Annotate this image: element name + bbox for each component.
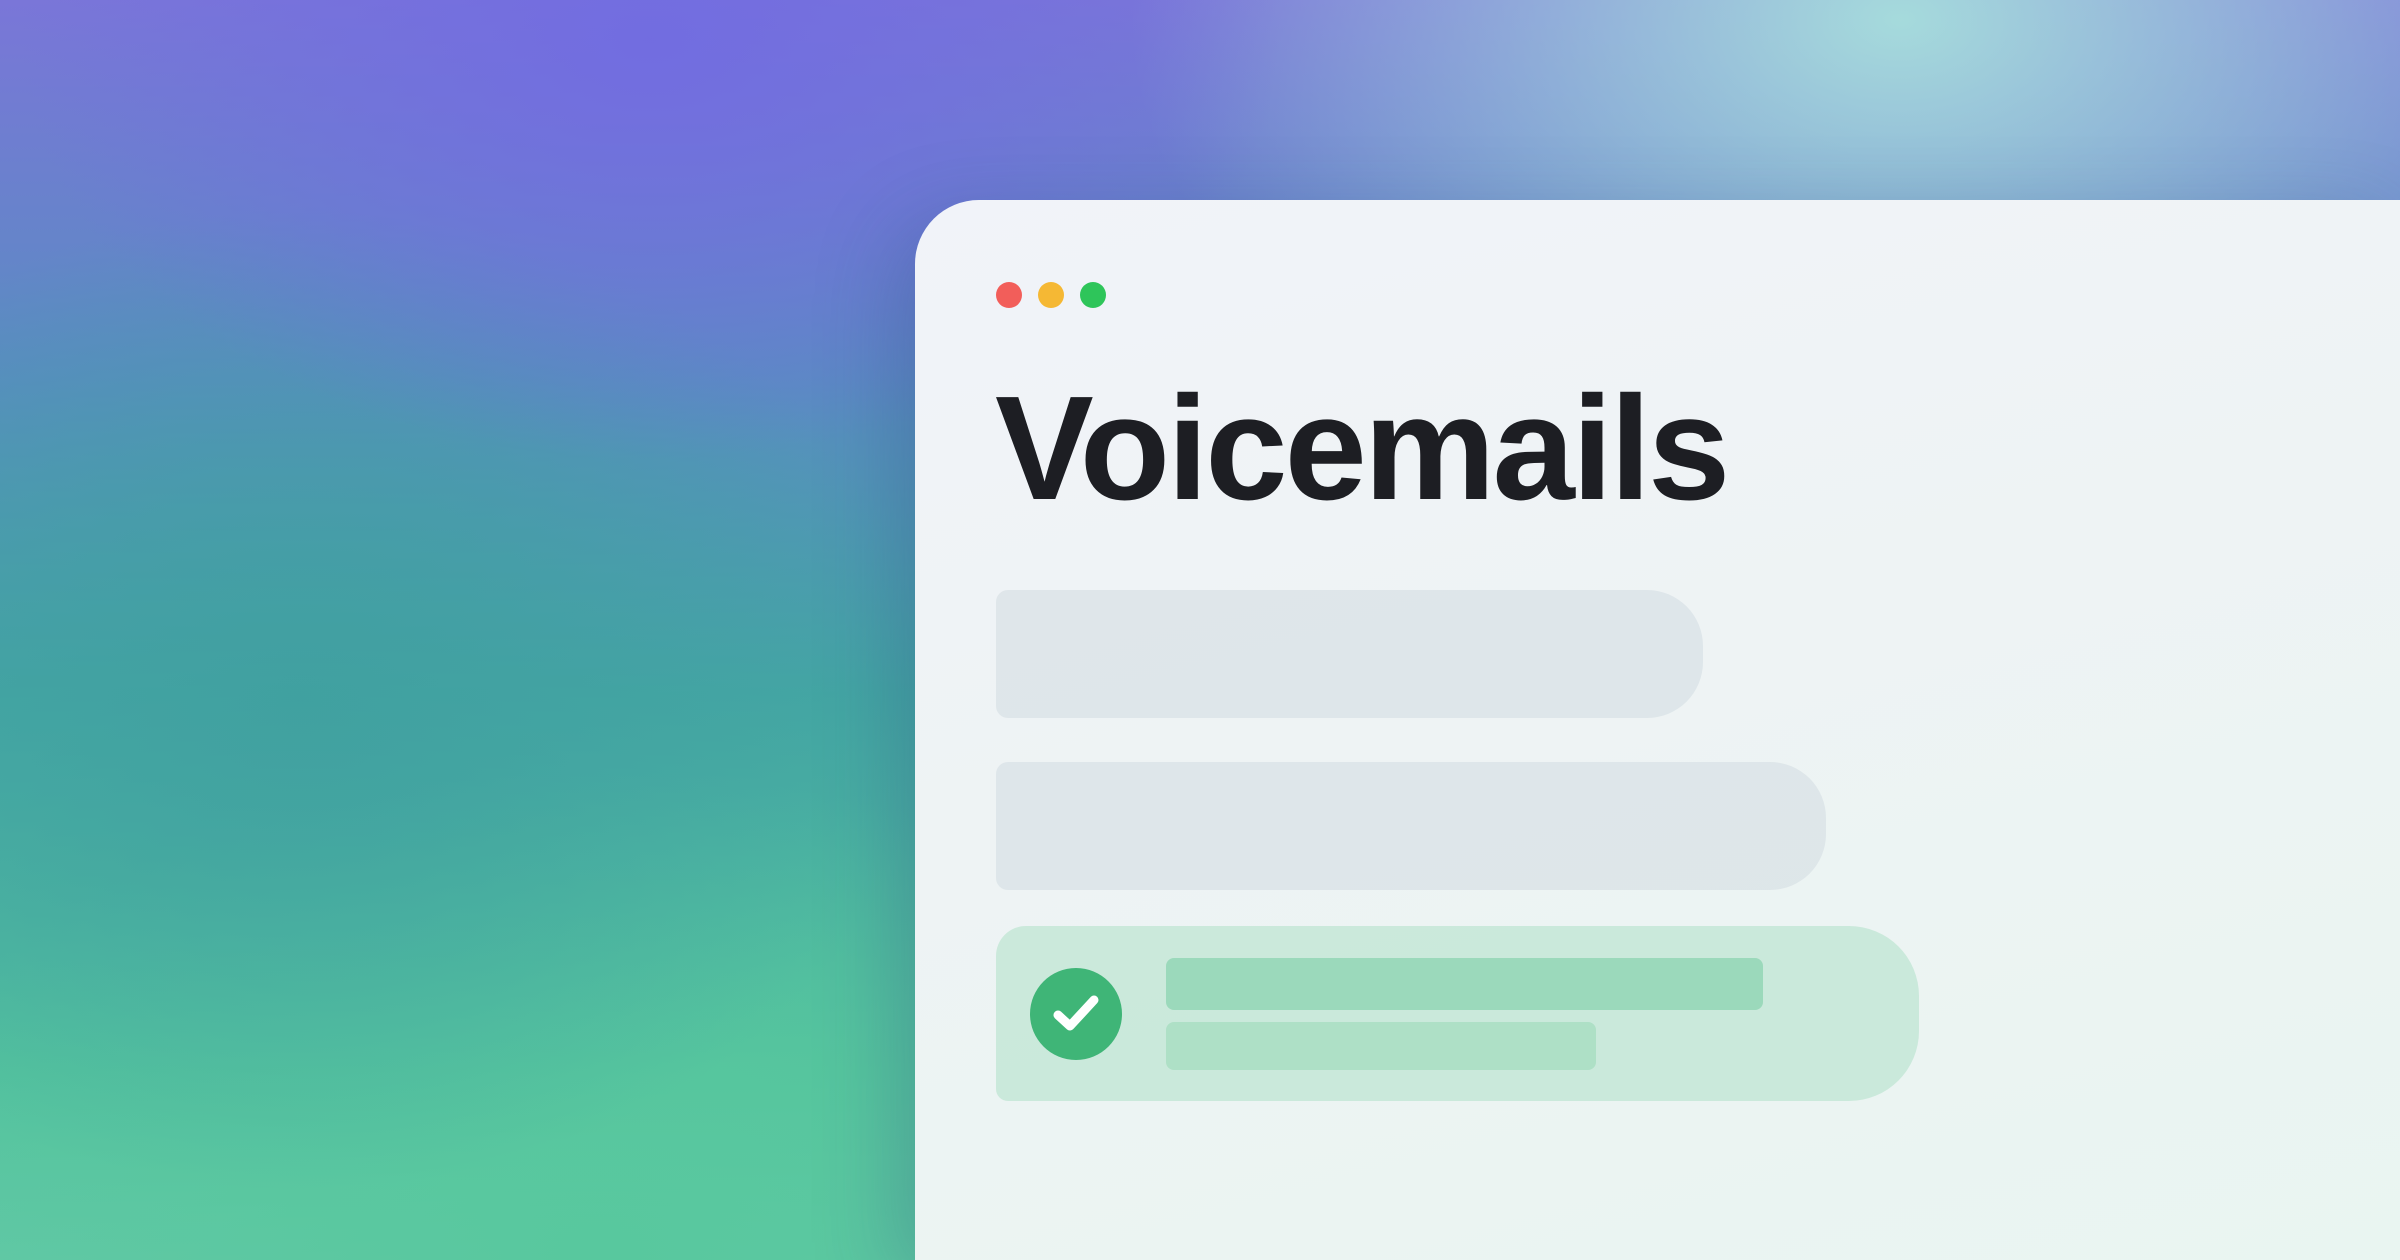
app-window: Voicemails: [915, 200, 2400, 1260]
minimize-window-button[interactable]: [1038, 282, 1064, 308]
maximize-window-button[interactable]: [1080, 282, 1106, 308]
page-title: Voicemails: [995, 366, 1730, 531]
voicemail-subtitle-placeholder: [1166, 1022, 1596, 1070]
voicemail-confirmed-row[interactable]: [996, 926, 1919, 1101]
voicemail-placeholder-row[interactable]: [996, 762, 1826, 890]
close-window-button[interactable]: [996, 282, 1022, 308]
check-circle-icon: [1030, 968, 1122, 1060]
window-controls: [996, 282, 1106, 308]
voicemail-title-placeholder: [1166, 958, 1763, 1010]
checkmark-icon: [1053, 995, 1099, 1031]
voicemail-placeholder-row[interactable]: [996, 590, 1703, 718]
